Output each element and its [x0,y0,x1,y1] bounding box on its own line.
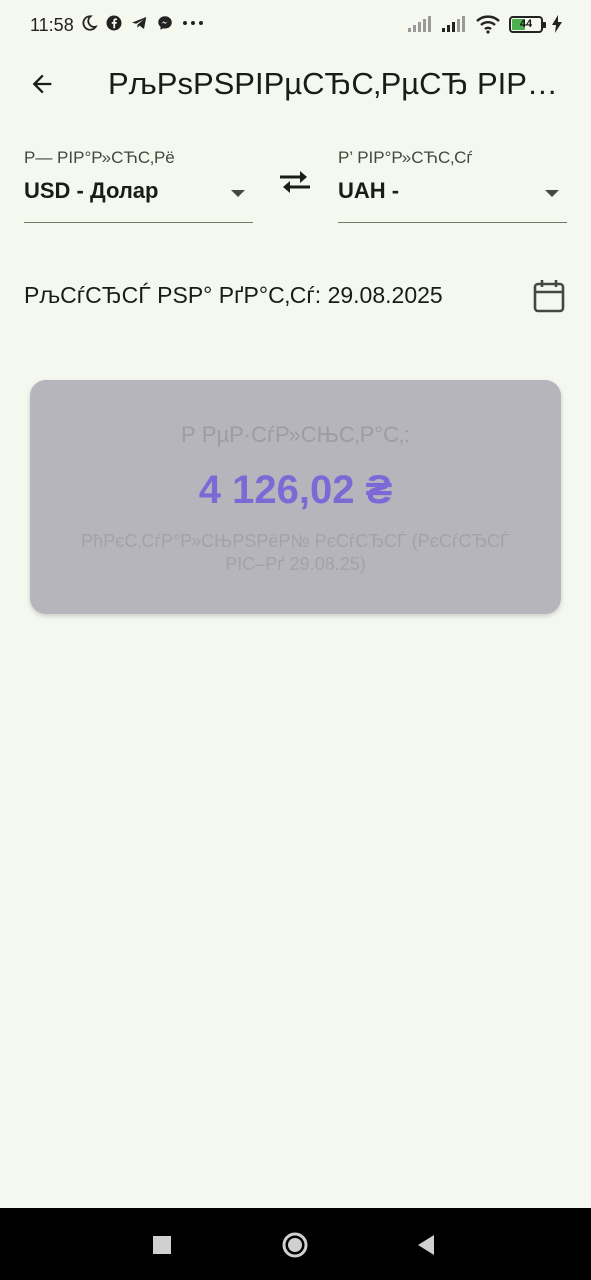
to-currency-value: UAH - [338,178,400,203]
to-currency-select[interactable]: Р’ РІР°Р»СЋС‚Сѓ UAH - [338,140,567,223]
to-currency-label: Р’ РІР°Р»СЋС‚Сѓ [338,148,473,167]
rate-date-text: РљСѓСЂСЃ РЅР° РґР°С‚Сѓ: 29.08.2025 [24,282,443,308]
back-button[interactable] [22,64,62,104]
signal-icon [408,16,431,32]
home-button[interactable] [275,1228,315,1262]
page-title: РљРѕРЅРІРµСЂС‚РµСЂ РІР°Р»СЋС‚ [108,66,568,101]
status-bar: 11:58 44 [0,0,591,52]
result-label: Р РµР·СѓР»СЊС‚Р°С‚: [181,422,410,447]
facebook-icon [106,15,122,31]
status-time: 11:58 [30,15,74,35]
messenger-icon [158,16,172,30]
from-currency-select[interactable]: Р— РІР°Р»СЋС‚Рё USD - Долар [24,140,253,223]
signal-icon [442,16,465,32]
charging-icon [552,15,562,33]
calendar-icon [533,280,565,313]
recents-button[interactable] [142,1228,182,1262]
arrow-back-icon [32,74,52,94]
triangle-back-icon [418,1235,434,1255]
dropdown-arrow-icon [231,190,245,197]
back-nav-button[interactable] [406,1228,446,1262]
swap-currencies-button[interactable] [273,160,317,204]
dropdown-arrow-icon [545,190,559,197]
from-currency-label: Р— РІР°Р»СЋС‚Рё [24,148,175,167]
app-bar: РљРѕРЅРІРµСЂС‚РµСЂ РІР°Р»СЋС‚ [0,52,591,116]
telegram-icon [132,17,147,29]
wifi-icon [476,15,500,34]
battery-icon: 44 [509,15,546,33]
square-icon [153,1236,171,1254]
system-nav-bar [0,1208,591,1280]
rate-date-row: РљСѓСЂСЃ РЅР° РґР°С‚Сѓ: 29.08.2025 [24,278,566,318]
notification-icons [80,14,205,32]
more-dots-icon [183,21,203,25]
from-currency-value: USD - Долар [24,178,159,203]
moon-icon [82,15,98,31]
result-card: Р РµР·СѓР»СЊС‚Р°С‚: 4 126,02 ₴ РћРєС‚СѓР… [30,380,561,614]
result-value: 4 126,02 ₴ [198,468,393,512]
calendar-button[interactable] [532,278,566,314]
system-icons: 44 [407,14,563,34]
swap-arrows-icon [280,171,310,193]
circle-icon [282,1232,308,1258]
result-note: РћРєС‚СѓР°Р»СЊРЅРёР№ РєСѓСЂСЃ (РєСѓСЂСЃ … [81,531,510,574]
